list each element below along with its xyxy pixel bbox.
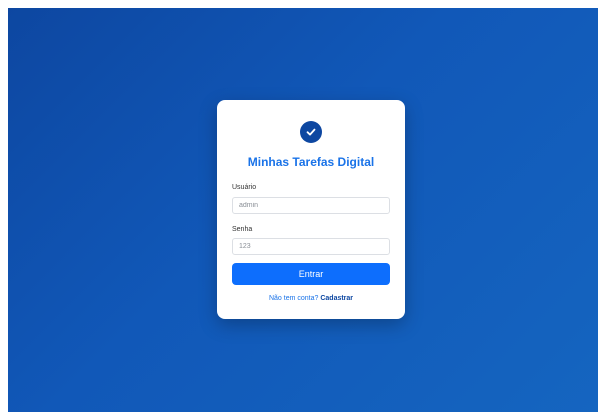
password-input[interactable] bbox=[232, 238, 390, 255]
signup-link[interactable]: Cadastrar bbox=[320, 295, 353, 302]
checkmark-icon bbox=[306, 128, 316, 136]
password-label: Senha bbox=[232, 226, 253, 233]
username-input[interactable] bbox=[232, 197, 390, 214]
login-card: Minhas Tarefas Digital Usuário Senha Ent… bbox=[217, 100, 405, 319]
username-label: Usuário bbox=[232, 184, 257, 191]
app-title: Minhas Tarefas Digital bbox=[247, 155, 375, 169]
signup-row: Não tem conta? Cadastrar bbox=[217, 295, 405, 302]
page-background: Minhas Tarefas Digital Usuário Senha Ent… bbox=[8, 8, 598, 412]
login-button[interactable]: Entrar bbox=[232, 263, 390, 285]
check-circle-icon bbox=[300, 121, 322, 143]
signup-prompt: Não tem conta? bbox=[268, 295, 321, 302]
